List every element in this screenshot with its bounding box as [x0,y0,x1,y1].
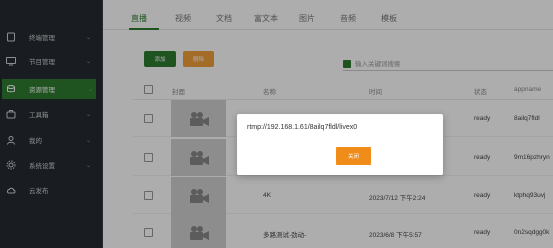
close-button[interactable]: 关闭 [336,147,371,165]
stream-url-text: rtmp://192.168.1.61/8ailq7fldl/livex0 [247,124,358,131]
stream-url-dialog: rtmp://192.168.1.61/8ailq7fldl/livex0 关闭 [237,114,443,175]
